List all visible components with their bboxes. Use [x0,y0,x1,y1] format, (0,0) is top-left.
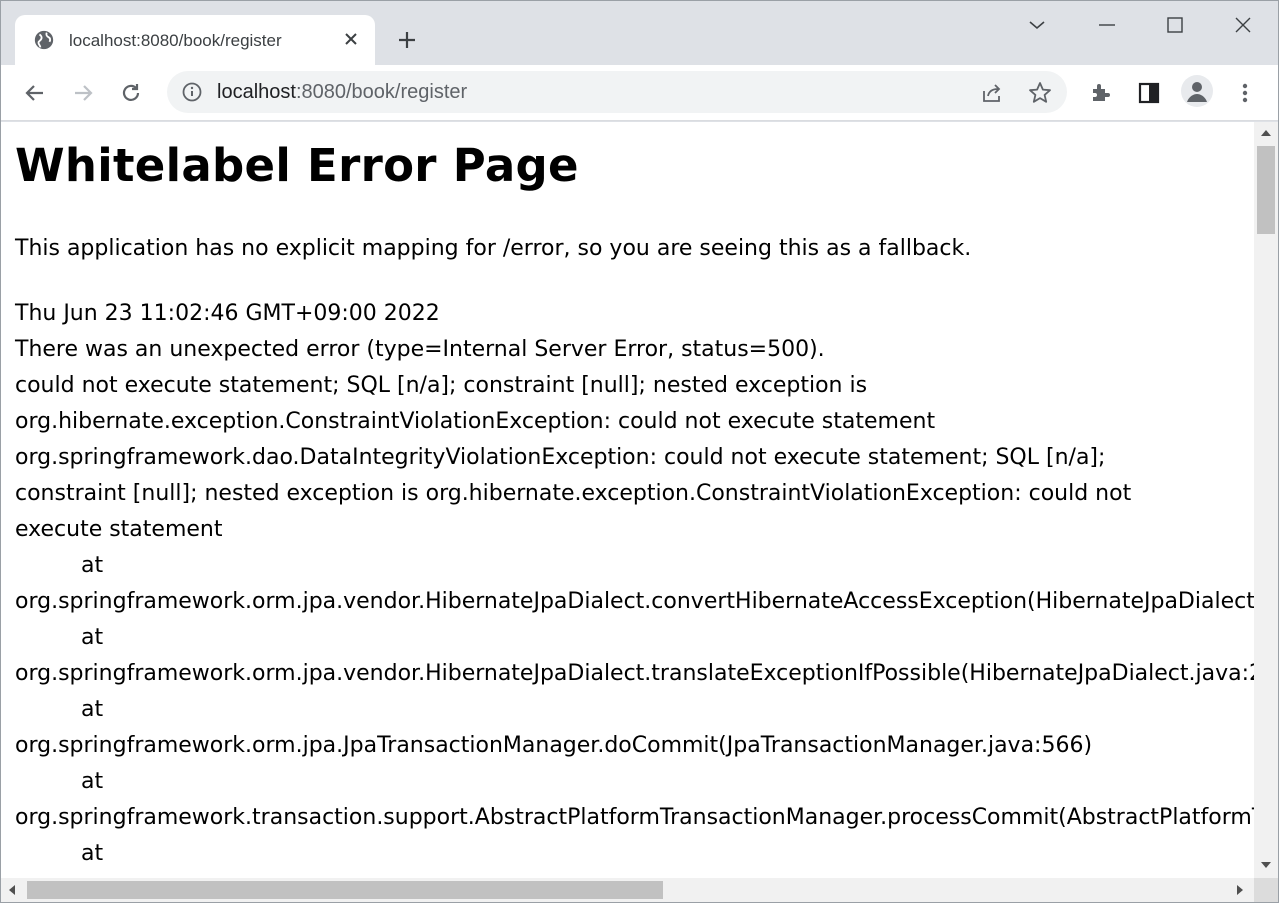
trace-line: constraint [null]; nested exception is o… [15,481,1132,506]
trace-at-line: at [81,769,104,794]
trace-at-line: at [81,697,104,722]
page-title: Whitelabel Error Page [15,139,579,192]
new-tab-icon[interactable] [395,28,419,52]
page-viewport: Whitelabel Error Page This application h… [1,122,1254,878]
trace-line: org.springframework.orm.jpa.JpaTransacti… [15,733,1093,758]
trace-line: could not execute statement; SQL [n/a]; … [15,373,868,398]
profile-avatar[interactable] [1181,75,1213,107]
error-page: Whitelabel Error Page This application h… [15,122,1254,872]
scroll-left-arrow-icon[interactable] [9,885,15,895]
scrollbar-corner [1254,878,1278,902]
globe-icon [34,30,54,50]
horizontal-scroll-thumb[interactable] [27,881,663,899]
trace-line: execute statement [15,517,223,542]
stack-trace: could not execute statement; SQL [n/a]; … [15,368,1254,872]
more-menu-icon[interactable] [1231,79,1259,107]
extensions-icon[interactable] [1087,79,1115,107]
url-text[interactable]: localhost:8080/book/register [217,81,467,104]
address-bar[interactable]: localhost:8080/book/register [167,71,1067,113]
info-icon[interactable] [181,81,203,103]
maximize-icon[interactable] [1163,13,1187,37]
back-arrow-icon[interactable] [21,79,49,107]
side-panel-icon[interactable] [1135,79,1163,107]
person-icon [1187,82,1207,102]
trace-line: org.hibernate.exception.ConstraintViolat… [15,409,936,434]
fallback-message: This application has no explicit mapping… [15,236,972,261]
browser-toolbar: localhost:8080/book/register [1,65,1278,121]
tab-title: localhost:8080/book/register [69,31,282,50]
share-icon[interactable] [979,80,1005,106]
vertical-scrollbar[interactable] [1254,122,1278,878]
error-meta: Thu Jun 23 11:02:46 GMT+09:00 2022 There… [15,296,1254,368]
close-tab-icon[interactable] [341,29,361,49]
chevron-down-icon[interactable] [1025,13,1049,37]
reload-icon[interactable] [117,79,145,107]
trace-line: org.springframework.orm.jpa.vendor.Hiber… [15,589,1254,614]
error-timestamp: Thu Jun 23 11:02:46 GMT+09:00 2022 [15,301,440,326]
browser-tab[interactable]: localhost:8080/book/register [15,15,375,65]
scroll-down-arrow-icon[interactable] [1261,862,1271,868]
forward-arrow-icon[interactable] [69,79,97,107]
trace-at-line: at [81,553,104,578]
url-host: localhost [217,81,296,103]
scroll-up-arrow-icon[interactable] [1261,130,1271,136]
error-summary: There was an unexpected error (type=Inte… [15,337,825,362]
trace-at-line: at [81,841,104,866]
browser-window: localhost:8080/book/register localhost:8… [0,0,1279,903]
bookmark-star-icon[interactable] [1027,80,1053,106]
vertical-scroll-thumb[interactable] [1257,146,1275,234]
horizontal-scrollbar[interactable] [1,878,1254,902]
trace-line: org.springframework.dao.DataIntegrityVio… [15,445,1106,470]
tab-strip: localhost:8080/book/register [1,1,1278,65]
url-path: :8080/book/register [295,81,468,103]
trace-line: org.springframework.orm.jpa.vendor.Hiber… [15,661,1254,686]
trace-at-line: at [81,625,104,650]
scroll-right-arrow-icon[interactable] [1237,885,1243,895]
trace-line: org.springframework.transaction.support.… [15,805,1254,830]
close-window-icon[interactable] [1231,13,1255,37]
minimize-icon[interactable] [1095,13,1119,37]
